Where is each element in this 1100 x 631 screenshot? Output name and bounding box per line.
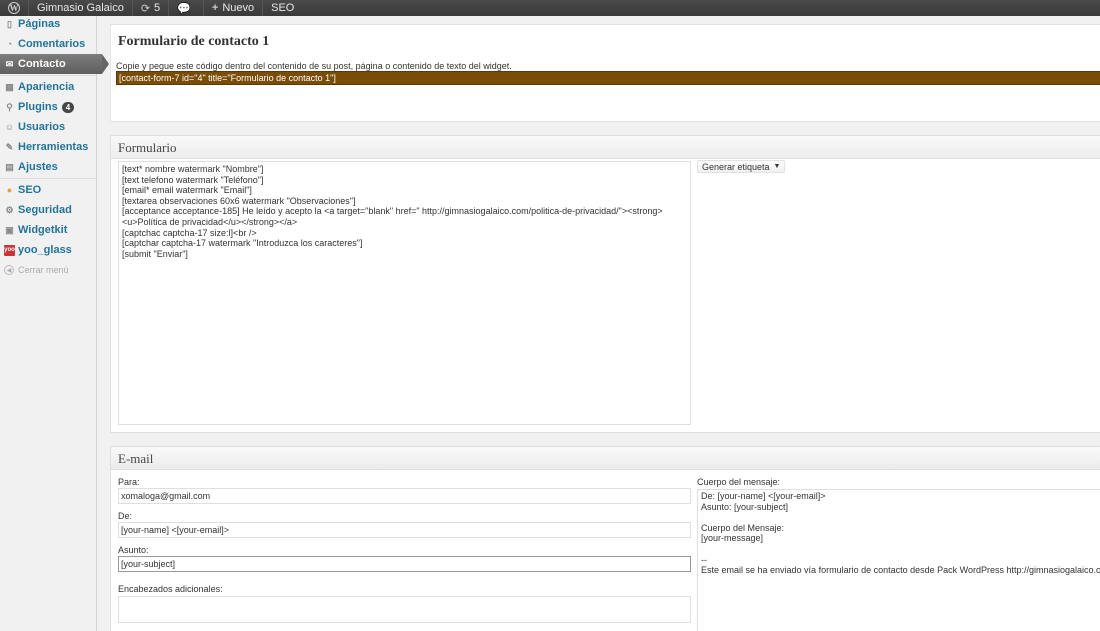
sidebar-item-label: Apariencia: [18, 81, 75, 93]
mail-section-panel: E-mail Para: De: Asunto: Encabezados adi…: [110, 446, 1100, 631]
seo-icon: ●: [6, 185, 13, 195]
wordpress-logo-icon: W: [8, 2, 20, 14]
contact-icon: ✉: [5, 58, 14, 69]
sidebar-item-yoo-glass[interactable]: yoo yoo_glass: [0, 240, 96, 260]
admin-bar: W Gimnasio Galaico ⟳ 5 💬 + Nuevo SEO: [0, 0, 1100, 16]
sidebar-item-label: Comentarios: [18, 38, 86, 50]
subject-input[interactable]: [118, 556, 691, 572]
caret-down-icon: ▼: [773, 163, 781, 170]
sidebar-item-comments[interactable]: ◔ Comentarios: [0, 34, 96, 54]
admin-sidebar: ▯ Páginas ◔ Comentarios ✉ Contacto ▦ Apa…: [0, 14, 109, 631]
tools-icon: ✎: [5, 141, 14, 152]
appearance-icon: ▦: [5, 81, 14, 92]
to-label: Para:: [118, 477, 140, 487]
sidebar-item-widgetkit[interactable]: ▣ Widgetkit: [0, 220, 96, 240]
pages-icon: ▯: [7, 18, 12, 29]
generate-tag-label: Generar etiqueta: [702, 161, 770, 172]
sidebar-item-label: Contacto: [18, 58, 66, 70]
users-icon: ☺: [4, 122, 15, 132]
sidebar-item-seo[interactable]: ● SEO: [0, 180, 96, 200]
comments-icon: ◔: [6, 39, 13, 49]
sidebar-item-appearance[interactable]: ▦ Apariencia: [0, 77, 96, 97]
sidebar-item-label: Widgetkit: [18, 224, 68, 236]
collapse-menu-label: Cerrar menú: [18, 265, 69, 275]
updates-link[interactable]: ⟳ 5: [133, 0, 170, 16]
collapse-menu-button[interactable]: ◀ Cerrar menú: [0, 260, 96, 280]
sidebar-item-label: Usuarios: [18, 121, 66, 133]
collapse-arrow-icon: ◀: [4, 265, 14, 275]
sidebar-item-pages[interactable]: ▯ Páginas: [0, 14, 96, 34]
refresh-icon: ⟳: [140, 2, 151, 15]
sidebar-item-label: Páginas: [18, 18, 61, 30]
plus-icon: +: [211, 2, 219, 14]
message-body-textarea[interactable]: De: [your-name] <[your-email]> Asunto: […: [697, 489, 1100, 631]
generate-tag-button[interactable]: Generar etiqueta ▼: [697, 160, 786, 173]
form-section-panel: Formulario Generar etiqueta ▼: [110, 135, 1100, 433]
sidebar-item-security[interactable]: ⚙ Seguridad: [0, 200, 96, 220]
sidebar-item-settings[interactable]: ▤ Ajustes: [0, 157, 96, 177]
form-code-editor[interactable]: [118, 161, 691, 425]
seo-label: SEO: [271, 2, 295, 14]
additional-headers-textarea[interactable]: [118, 596, 691, 623]
sidebar-item-label: SEO: [18, 184, 42, 196]
comment-bubble-icon: 💬: [177, 2, 191, 15]
plugins-update-badge: 4: [61, 101, 75, 113]
seo-link[interactable]: SEO: [263, 0, 302, 16]
settings-icon: ▤: [5, 161, 14, 172]
message-body-label: Cuerpo del mensaje:: [697, 477, 781, 487]
new-label: Nuevo: [222, 2, 255, 14]
sidebar-item-users[interactable]: ☺ Usuarios: [0, 117, 96, 137]
site-name-label: Gimnasio Galaico: [37, 2, 124, 14]
additional-headers-label: Encabezados adicionales:: [118, 584, 223, 594]
from-label: De:: [118, 511, 133, 521]
form-title-panel: Formulario de contacto 1 Copie y pegue e…: [110, 24, 1100, 122]
sidebar-item-label: Ajustes: [18, 161, 58, 173]
new-content-link[interactable]: + Nuevo: [204, 0, 264, 16]
comments-link[interactable]: 💬: [169, 0, 204, 16]
security-icon: ⚙: [5, 204, 14, 215]
shortcode-field[interactable]: [contact-form-7 id="4" title="Formulario…: [116, 71, 1100, 85]
sidebar-item-plugins[interactable]: ⚲ Plugins 4: [0, 97, 96, 117]
updates-count: 5: [154, 2, 161, 14]
menu-separator: [0, 178, 96, 179]
form-section-title: Formulario: [111, 136, 1100, 159]
widgetkit-icon: ▣: [5, 224, 14, 235]
sidebar-item-label: Seguridad: [18, 204, 72, 216]
to-input[interactable]: [118, 488, 691, 504]
sidebar-item-tools[interactable]: ✎ Herramientas: [0, 137, 96, 157]
menu-separator: [0, 75, 96, 76]
from-input[interactable]: [118, 522, 691, 538]
yoo-icon: yoo: [4, 244, 15, 256]
subject-label: Asunto:: [118, 545, 149, 555]
sidebar-item-label: Herramientas: [18, 141, 89, 153]
sidebar-item-label: Plugins: [18, 101, 58, 113]
mail-section-title: E-mail: [111, 447, 1100, 470]
page-title: Formulario de contacto 1: [118, 34, 270, 49]
sidebar-item-label: yoo_glass: [18, 244, 72, 256]
sidebar-item-contact[interactable]: ✉ Contacto: [0, 54, 109, 74]
plugins-icon: ⚲: [6, 101, 13, 112]
shortcode-instructions: Copie y pegue este código dentro del con…: [116, 61, 512, 71]
